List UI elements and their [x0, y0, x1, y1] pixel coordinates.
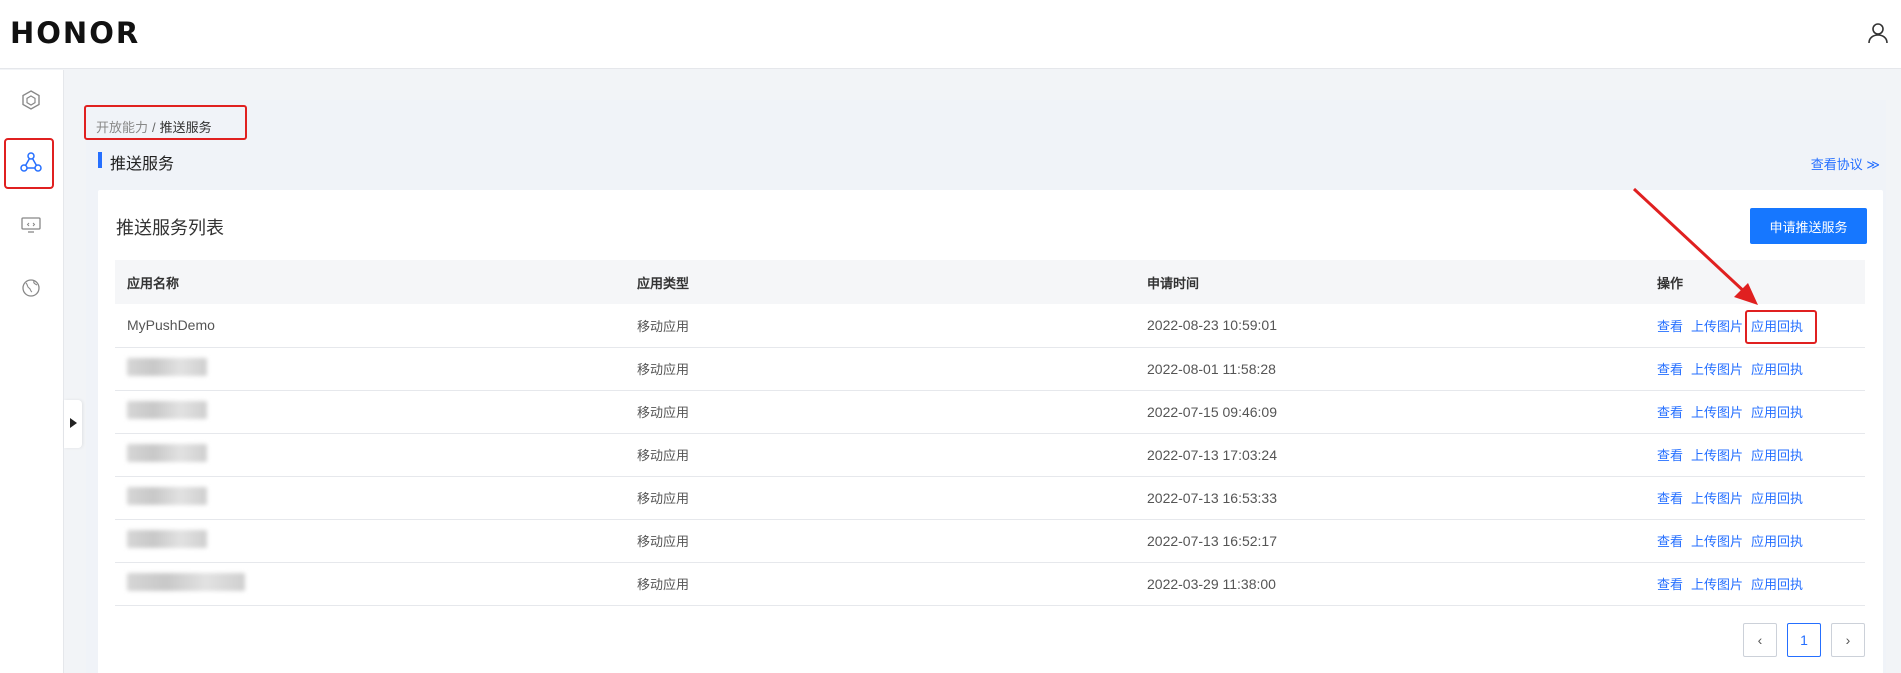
apply-time-cell: 2022-07-15 09:46:09 [1135, 390, 1645, 434]
column-header-type: 应用类型 [625, 260, 1135, 304]
app-receipt-link[interactable]: 应用回执 [1751, 405, 1803, 420]
view-link[interactable]: 查看 [1657, 577, 1683, 592]
table-row: 移动应用 2022-08-01 11:58:28 查看 上传图片 应用回执 [115, 347, 1865, 391]
app-receipt-link[interactable]: 应用回执 [1751, 491, 1803, 506]
sidebar-item-monitor[interactable] [8, 204, 54, 250]
upload-image-link[interactable]: 上传图片 [1691, 448, 1743, 463]
globe-icon [20, 277, 42, 304]
app-receipt-link[interactable]: 应用回执 [1751, 577, 1803, 592]
table-header-row: 应用名称 应用类型 申请时间 操作 [115, 260, 1865, 304]
main-content: 开放能力 / 推送服务 推送服务 查看协议 ≫ 推送服务列表 申请推送服务 应用名称… [84, 100, 1886, 673]
prev-page-button[interactable]: ‹ [1743, 623, 1777, 657]
table-row: 移动应用 2022-07-13 17:03:24 查看 上传图片 应用回执 [115, 433, 1865, 477]
annotation-highlight-receipt [1745, 309, 1818, 344]
next-page-button[interactable]: › [1831, 623, 1865, 657]
app-name-cell [115, 562, 625, 606]
page-title: 推送服务 [98, 150, 174, 174]
app-receipt-link[interactable]: 应用回执 [1751, 534, 1803, 549]
apply-time-cell: 2022-07-13 17:03:24 [1135, 433, 1645, 477]
app-name-cell [115, 433, 625, 477]
view-link[interactable]: 查看 [1657, 491, 1683, 506]
top-bar: HONOR [0, 0, 1901, 69]
app-name-cell [115, 519, 625, 563]
apply-time-cell: 2022-08-01 11:58:28 [1135, 347, 1645, 391]
annotation-highlight-sidebar [4, 138, 54, 189]
app-name-cell [115, 390, 625, 434]
column-header-time: 申请时间 [1135, 260, 1645, 304]
apply-time-cell: 2022-03-29 11:38:00 [1135, 562, 1645, 606]
apply-push-service-button[interactable]: 申请推送服务 [1750, 208, 1867, 244]
app-name-cell [115, 347, 625, 391]
actions-cell: 查看 上传图片 应用回执 [1645, 304, 1865, 348]
table-row: 移动应用 2022-07-13 16:52:17 查看 上传图片 应用回执 [115, 519, 1865, 563]
sidebar-collapse-toggle[interactable] [64, 400, 82, 448]
cube-icon [20, 89, 42, 116]
apply-time-cell: 2022-08-23 10:59:01 [1135, 304, 1645, 348]
app-type-cell: 移动应用 [625, 304, 1135, 348]
app-name-cell: MyPushDemo [115, 304, 625, 348]
view-link[interactable]: 查看 [1657, 448, 1683, 463]
app-type-cell: 移动应用 [625, 519, 1135, 563]
redacted-app-name [127, 573, 245, 591]
app-type-cell: 移动应用 [625, 390, 1135, 434]
table-row: MyPushDemo 移动应用 2022-08-23 10:59:01 查看 上传… [115, 304, 1865, 348]
actions-cell: 查看 上传图片 应用回执 [1645, 519, 1865, 563]
actions-cell: 查看 上传图片 应用回执 [1645, 562, 1865, 606]
view-link[interactable]: 查看 [1657, 319, 1683, 334]
app-type-cell: 移动应用 [625, 562, 1135, 606]
actions-cell: 查看 上传图片 应用回执 [1645, 476, 1865, 520]
monitor-icon [20, 214, 42, 241]
redacted-app-name [127, 401, 207, 419]
column-header-actions: 操作 [1645, 260, 1865, 304]
app-type-cell: 移动应用 [625, 433, 1135, 477]
redacted-app-name [127, 487, 207, 505]
view-protocol-link[interactable]: 查看协议 ≫ [1811, 154, 1880, 173]
card-title: 推送服务列表 [116, 218, 224, 238]
table-row: 移动应用 2022-07-15 09:46:09 查看 上传图片 应用回执 [115, 390, 1865, 434]
view-link[interactable]: 查看 [1657, 534, 1683, 549]
push-service-table: 应用名称 应用类型 申请时间 操作 MyPushDemo 移动应用 2022-0… [115, 260, 1865, 606]
app-type-cell: 移动应用 [625, 476, 1135, 520]
app-receipt-link[interactable]: 应用回执 [1745, 309, 1818, 344]
apply-time-cell: 2022-07-13 16:53:33 [1135, 476, 1645, 520]
sidebar-item-globe[interactable] [8, 267, 54, 313]
actions-cell: 查看 上传图片 应用回执 [1645, 390, 1865, 434]
annotation-highlight-breadcrumb [84, 105, 247, 140]
upload-image-link[interactable]: 上传图片 [1691, 319, 1743, 334]
app-type-cell: 移动应用 [625, 347, 1135, 391]
upload-image-link[interactable]: 上传图片 [1691, 577, 1743, 592]
user-icon[interactable] [1867, 22, 1889, 44]
upload-image-link[interactable]: 上传图片 [1691, 405, 1743, 420]
app-name-cell [115, 476, 625, 520]
redacted-app-name [127, 358, 207, 376]
pagination: ‹ 1 › [1743, 623, 1865, 657]
left-sidebar [0, 70, 64, 673]
honor-logo[interactable]: HONOR [10, 16, 140, 50]
view-link[interactable]: 查看 [1657, 405, 1683, 420]
app-receipt-link[interactable]: 应用回执 [1751, 448, 1803, 463]
table-row: 移动应用 2022-03-29 11:38:00 查看 上传图片 应用回执 [115, 562, 1865, 606]
upload-image-link[interactable]: 上传图片 [1691, 534, 1743, 549]
redacted-app-name [127, 444, 207, 462]
column-header-name: 应用名称 [115, 260, 625, 304]
actions-cell: 查看 上传图片 应用回执 [1645, 433, 1865, 477]
push-service-card: 推送服务列表 申请推送服务 应用名称 应用类型 申请时间 操作 MyPushDe… [98, 190, 1883, 673]
caret-right-icon [69, 415, 77, 433]
view-link[interactable]: 查看 [1657, 362, 1683, 377]
table-row: 移动应用 2022-07-13 16:53:33 查看 上传图片 应用回执 [115, 476, 1865, 520]
page-number-button[interactable]: 1 [1787, 623, 1821, 657]
upload-image-link[interactable]: 上传图片 [1691, 362, 1743, 377]
apply-time-cell: 2022-07-13 16:52:17 [1135, 519, 1645, 563]
actions-cell: 查看 上传图片 应用回执 [1645, 347, 1865, 391]
redacted-app-name [127, 530, 207, 548]
upload-image-link[interactable]: 上传图片 [1691, 491, 1743, 506]
app-receipt-link[interactable]: 应用回执 [1751, 362, 1803, 377]
sidebar-item-cube[interactable] [8, 79, 54, 125]
